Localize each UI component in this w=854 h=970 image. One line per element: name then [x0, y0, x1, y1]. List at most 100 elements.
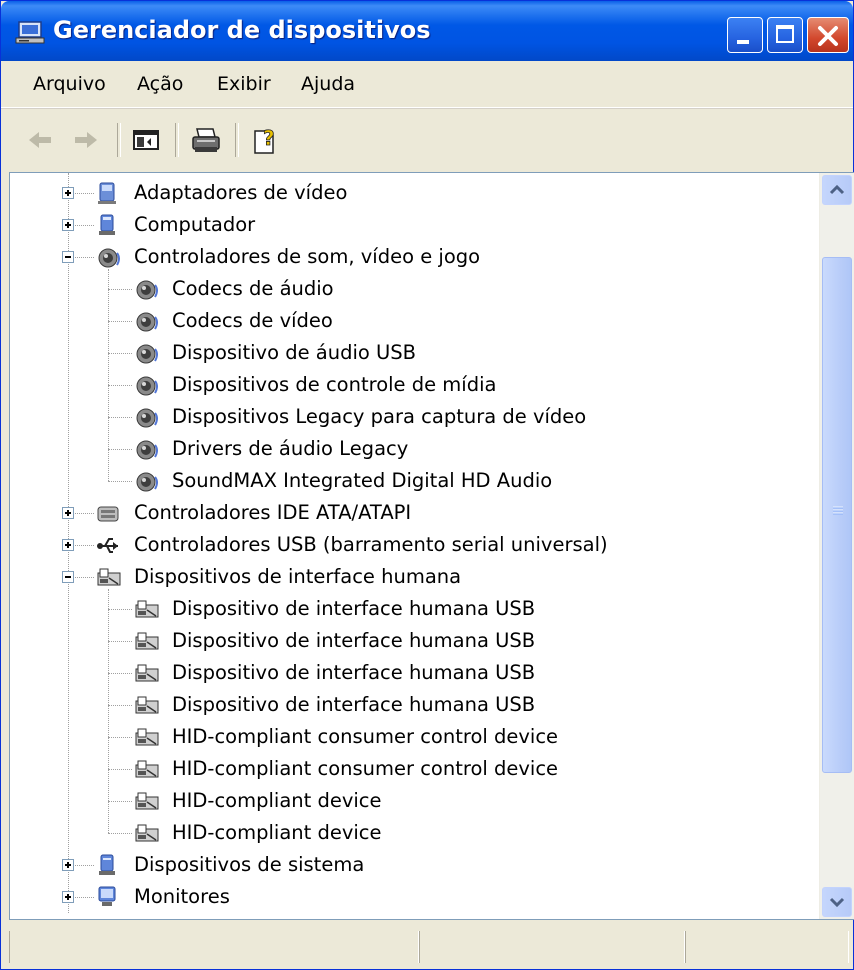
- tree-device[interactable]: Codecs de áudio: [10, 273, 818, 305]
- close-icon: [818, 26, 838, 46]
- tree-item-label: Dispositivos de sistema: [134, 853, 365, 876]
- collapse-toggle[interactable]: [62, 251, 74, 263]
- scroll-thumb[interactable]: [822, 257, 852, 773]
- toolbar-separator: [235, 123, 239, 157]
- tree-connector: [108, 449, 132, 450]
- plus-icon: [67, 862, 69, 868]
- tree-item-label: Codecs de áudio: [172, 277, 334, 300]
- collapse-toggle[interactable]: [62, 571, 74, 583]
- speaker-icon: [136, 344, 158, 364]
- tree-device[interactable]: Dispositivos de controle de mídia: [10, 369, 818, 401]
- tree-category[interactable]: Monitores: [10, 881, 818, 913]
- close-button[interactable]: [807, 17, 849, 53]
- tree-device[interactable]: SoundMAX Integrated Digital HD Audio: [10, 465, 818, 497]
- hid-icon: [135, 632, 159, 650]
- tree-item-label: Controladores USB (barramento serial uni…: [134, 533, 608, 556]
- speaker-icon: [98, 248, 120, 268]
- tree-item-label: HID-compliant consumer control device: [172, 757, 559, 780]
- monitor-icon: [98, 886, 116, 906]
- speaker-icon: [136, 280, 158, 300]
- hid-icon: [97, 568, 121, 586]
- show-hide-console-tree-icon[interactable]: [129, 123, 163, 157]
- tree-category[interactable]: Controladores de som, vídeo e jogo: [10, 241, 818, 273]
- tree-item-label: Controladores IDE ATA/ATAPI: [134, 501, 412, 524]
- back-arrow-icon[interactable]: [23, 123, 57, 157]
- device-tree[interactable]: Adaptadores de vídeo Computador Controlado…: [9, 172, 854, 920]
- expand-toggle[interactable]: [62, 507, 74, 519]
- minimize-button[interactable]: [727, 17, 763, 53]
- hid-icon: [135, 824, 159, 842]
- help-icon[interactable]: ?: [249, 123, 283, 157]
- print-icon[interactable]: [189, 123, 223, 157]
- expand-toggle[interactable]: [62, 187, 74, 199]
- tree-connector: [108, 417, 132, 418]
- expand-toggle[interactable]: [62, 539, 74, 551]
- tree-device[interactable]: Codecs de vídeo: [10, 305, 818, 337]
- tree-device[interactable]: Dispositivo de áudio USB: [10, 337, 818, 369]
- tree-item-label: Dispositivos Legacy para captura de víde…: [172, 405, 587, 428]
- tree-category[interactable]: Controladores IDE ATA/ATAPI: [10, 497, 818, 529]
- window-title: Gerenciador de dispositivos: [53, 16, 431, 44]
- tree-category[interactable]: Dispositivos de interface humana: [10, 561, 818, 593]
- toolbar-separator: [175, 123, 179, 157]
- hid-icon: [135, 792, 159, 810]
- tree-connector: [108, 481, 132, 482]
- tree-connector: [108, 705, 132, 706]
- status-pane-secondary: [419, 931, 685, 963]
- tree-device[interactable]: HID-compliant consumer control device: [10, 753, 818, 785]
- vertical-scrollbar[interactable]: [819, 173, 854, 919]
- expand-toggle[interactable]: [62, 891, 74, 903]
- menu-ajuda[interactable]: Ajuda: [295, 71, 361, 97]
- menu-arquivo[interactable]: Arquivo: [27, 71, 112, 97]
- tree-category[interactable]: Controladores USB (barramento serial uni…: [10, 529, 818, 561]
- computer-icon: [99, 214, 115, 235]
- tree-device[interactable]: Drivers de áudio Legacy: [10, 433, 818, 465]
- menu-bar: Arquivo Ação Exibir Ajuda: [1, 61, 853, 108]
- speaker-icon: [136, 312, 158, 332]
- device-manager-window: Gerenciador de dispositivos Arquivo Ação…: [0, 0, 854, 970]
- tree-device[interactable]: HID-compliant device: [10, 785, 818, 817]
- tree-device[interactable]: Dispositivos Legacy para captura de víde…: [10, 401, 818, 433]
- tree-item-label: Controladores de som, vídeo e jogo: [134, 245, 481, 268]
- maximize-icon: [776, 25, 794, 43]
- tree-device[interactable]: HID-compliant device: [10, 817, 818, 849]
- hid-icon: [135, 664, 159, 682]
- tree-connector: [108, 321, 132, 322]
- menu-exibir[interactable]: Exibir: [211, 71, 277, 97]
- device-manager-icon: [15, 21, 45, 44]
- tree-item-label: Dispositivo de interface humana USB: [172, 597, 536, 620]
- chevron-up-icon: [829, 184, 845, 195]
- tree-item-label: HID-compliant device: [172, 821, 382, 844]
- speaker-icon: [136, 440, 158, 460]
- tree-item-label: Dispositivo de interface humana USB: [172, 661, 536, 684]
- hid-icon: [135, 600, 159, 618]
- chevron-down-icon: [829, 897, 845, 908]
- tree-connector: [108, 609, 132, 610]
- tree-device[interactable]: HID-compliant consumer control device: [10, 721, 818, 753]
- scroll-down-button[interactable]: [822, 887, 852, 917]
- tree-device[interactable]: Dispositivo de interface humana USB: [10, 657, 818, 689]
- tree-device[interactable]: Dispositivo de interface humana USB: [10, 689, 818, 721]
- hid-icon: [135, 728, 159, 746]
- forward-arrow-icon[interactable]: [69, 123, 103, 157]
- scroll-up-button[interactable]: [822, 175, 852, 205]
- tree-category[interactable]: Dispositivos de sistema: [10, 849, 818, 881]
- speaker-icon: [136, 408, 158, 428]
- plus-icon: [67, 894, 69, 900]
- expand-toggle[interactable]: [62, 219, 74, 231]
- tree-device[interactable]: Dispositivo de interface humana USB: [10, 625, 818, 657]
- maximize-button[interactable]: [767, 17, 803, 53]
- menu-acao[interactable]: Ação: [131, 71, 189, 97]
- tree-item-label: Dispositivos de controle de mídia: [172, 373, 497, 396]
- tree-connector: [108, 673, 132, 674]
- tree-device[interactable]: Dispositivo de interface humana USB: [10, 593, 818, 625]
- title-bar[interactable]: Gerenciador de dispositivos: [1, 1, 853, 61]
- tree-connector: [108, 737, 132, 738]
- status-bar: [1, 921, 853, 969]
- expand-toggle[interactable]: [62, 859, 74, 871]
- ide-controller-icon: [97, 506, 119, 522]
- tree-category[interactable]: Computador: [10, 209, 818, 241]
- hid-icon: [135, 696, 159, 714]
- plus-icon: [67, 190, 69, 196]
- tree-category[interactable]: Adaptadores de vídeo: [10, 177, 818, 209]
